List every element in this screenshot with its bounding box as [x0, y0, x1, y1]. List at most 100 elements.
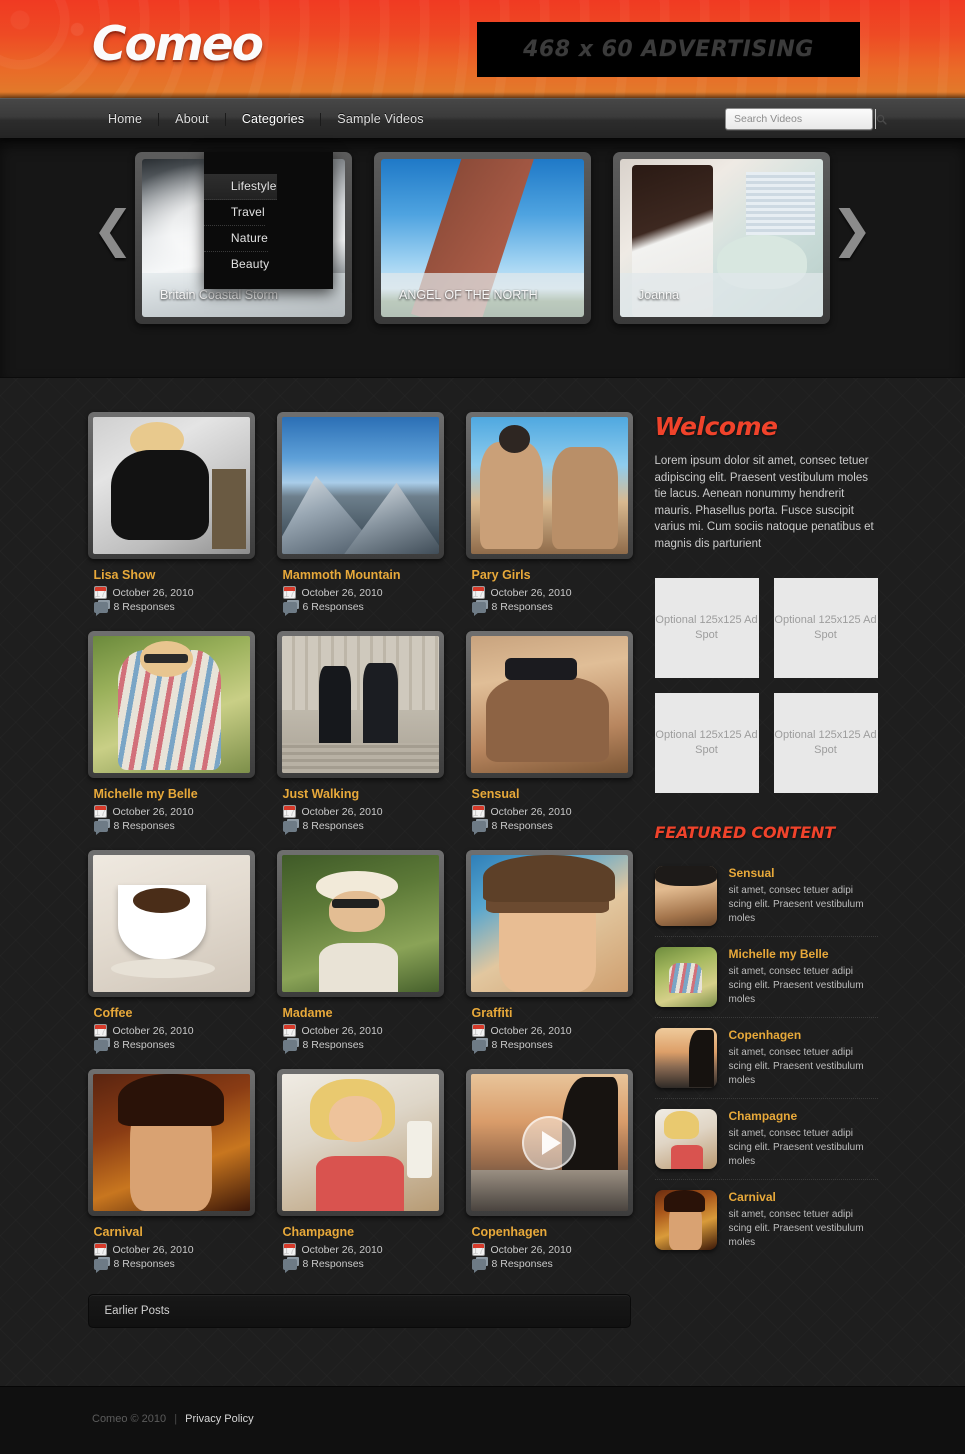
featured-title-link[interactable]: Michelle my Belle — [729, 947, 878, 961]
dropdown-link-beauty[interactable]: Beauty — [204, 252, 270, 277]
post-responses-row[interactable]: 8 Responses — [93, 820, 255, 835]
search-input[interactable] — [726, 113, 875, 125]
post-card[interactable]: Mammoth Mountain 17 October 26, 2010 6 R… — [276, 412, 444, 616]
post-thumbnail-frame[interactable] — [276, 412, 444, 559]
post-thumbnail-frame[interactable] — [87, 631, 255, 778]
post-thumbnail-frame[interactable] — [465, 412, 633, 559]
post-responses-row[interactable]: 8 Responses — [471, 601, 633, 616]
post-thumbnail-frame[interactable] — [276, 1069, 444, 1216]
post-thumbnail-frame[interactable] — [276, 850, 444, 997]
featured-title-link[interactable]: Sensual — [729, 866, 878, 880]
post-title-link[interactable]: Madame — [283, 1006, 444, 1020]
post-title-link[interactable]: Michelle my Belle — [94, 787, 255, 801]
post-card[interactable]: Coffee 17 October 26, 2010 8 Responses — [87, 850, 255, 1054]
ad-spot[interactable]: Optional 125x125 Ad Spot — [654, 693, 759, 793]
post-card[interactable]: Madame 17 October 26, 2010 8 Responses — [276, 850, 444, 1054]
header-ad-banner[interactable]: 468 x 60 ADVERTISING — [477, 22, 860, 77]
post-title-link[interactable]: Lisa Show — [94, 568, 255, 582]
post-responses-row[interactable]: 8 Responses — [471, 1258, 633, 1273]
post-responses-row[interactable]: 8 Responses — [93, 1258, 255, 1273]
privacy-policy-link[interactable]: Privacy Policy — [185, 1413, 253, 1425]
post-title-link[interactable]: Champagne — [283, 1225, 444, 1239]
post-card[interactable]: Pary Girls 17 October 26, 2010 8 Respons… — [465, 412, 633, 616]
featured-list-item[interactable]: Sensual sit amet, consec tetuer adipi sc… — [654, 856, 878, 937]
post-thumbnail-frame[interactable] — [87, 412, 255, 559]
nav-item-sample-videos[interactable]: Sample Videos — [321, 112, 439, 126]
dropdown-item-travel[interactable]: Travel — [203, 200, 333, 226]
post-responses-row[interactable]: 8 Responses — [471, 1039, 633, 1054]
post-title-link[interactable]: Copenhagen — [472, 1225, 633, 1239]
search-submit-button[interactable] — [875, 109, 887, 129]
post-card[interactable]: Lisa Show 17 October 26, 2010 8 Response… — [87, 412, 255, 616]
post-title-link[interactable]: Graffiti — [472, 1006, 633, 1020]
post-responses-row[interactable]: 8 Responses — [93, 1039, 255, 1054]
slider-prev-button[interactable]: ❮ — [92, 204, 134, 256]
ad-spot[interactable]: Optional 125x125 Ad Spot — [773, 578, 878, 678]
post-card[interactable]: Graffiti 17 October 26, 2010 8 Responses — [465, 850, 633, 1054]
site-logo[interactable]: Comeo — [92, 17, 264, 72]
nav-link-home[interactable]: Home — [92, 112, 158, 126]
dropdown-item-lifestyle[interactable]: Lifestyle — [203, 174, 333, 200]
post-thumbnail-frame[interactable] — [87, 850, 255, 997]
post-card[interactable]: Champagne 17 October 26, 2010 8 Response… — [276, 1069, 444, 1273]
play-button[interactable] — [522, 1115, 576, 1170]
nav-list: Home About Categories Lifestyle Travel N… — [92, 99, 440, 289]
post-title-link[interactable]: Sensual — [472, 787, 633, 801]
dropdown-link-travel[interactable]: Travel — [203, 200, 265, 226]
post-thumbnail-frame[interactable] — [465, 850, 633, 997]
earlier-posts-button[interactable]: Earlier Posts — [87, 1294, 631, 1328]
post-responses-row[interactable]: 8 Responses — [471, 820, 633, 835]
ad-spot[interactable]: Optional 125x125 Ad Spot — [773, 693, 878, 793]
calendar-icon: 17 — [93, 805, 107, 819]
nav-item-categories[interactable]: Categories Lifestyle Travel Nature Beaut… — [203, 112, 333, 289]
post-card[interactable]: Sensual 17 October 26, 2010 8 Responses — [465, 631, 633, 835]
post-responses-row[interactable]: 8 Responses — [282, 1039, 444, 1054]
post-thumbnail-frame[interactable] — [87, 1069, 255, 1216]
post-title-link[interactable]: Just Walking — [283, 787, 444, 801]
slider-next-button[interactable]: ❯ — [831, 204, 873, 256]
nav-link-categories[interactable]: Categories — [226, 112, 320, 126]
dropdown-link-nature[interactable]: Nature — [203, 226, 269, 252]
post-thumbnail-frame[interactable] — [276, 631, 444, 778]
post-thumbnail-frame[interactable] — [465, 631, 633, 778]
nav-link-about[interactable]: About — [159, 112, 225, 126]
ad-spot[interactable]: Optional 125x125 Ad Spot — [654, 578, 759, 678]
featured-list-item[interactable]: Michelle my Belle sit amet, consec tetue… — [654, 937, 878, 1018]
featured-title-link[interactable]: Champagne — [729, 1109, 878, 1123]
post-title-link[interactable]: Coffee — [94, 1006, 255, 1020]
post-date-row: 17 October 26, 2010 — [93, 805, 255, 819]
post-responses-row[interactable]: 8 Responses — [282, 820, 444, 835]
post-responses-row[interactable]: 8 Responses — [282, 1258, 444, 1273]
post-grid: Lisa Show 17 October 26, 2010 8 Response… — [87, 412, 633, 1273]
nav-item-home[interactable]: Home — [92, 112, 158, 126]
post-card[interactable]: Michelle my Belle 17 October 26, 2010 8 … — [87, 631, 255, 835]
dropdown-item-beauty[interactable]: Beauty — [204, 252, 333, 277]
post-title-link[interactable]: Carnival — [94, 1225, 255, 1239]
calendar-icon: 17 — [471, 1024, 485, 1038]
calendar-icon: 17 — [471, 805, 485, 819]
post-responses-row[interactable]: 8 Responses — [93, 601, 255, 616]
post-card[interactable]: Copenhagen 17 October 26, 2010 8 Respons… — [465, 1069, 633, 1273]
featured-title-link[interactable]: Carnival — [729, 1190, 878, 1204]
search-box[interactable] — [725, 108, 887, 130]
comment-icon — [93, 601, 108, 616]
post-title-link[interactable]: Pary Girls — [472, 568, 633, 582]
post-responses-row[interactable]: 6 Responses — [282, 601, 444, 616]
nav-link-sample-videos[interactable]: Sample Videos — [321, 112, 439, 126]
comment-icon — [93, 820, 108, 835]
featured-list-item[interactable]: Copenhagen sit amet, consec tetuer adipi… — [654, 1018, 878, 1099]
featured-title-link[interactable]: Copenhagen — [729, 1028, 878, 1042]
calendar-icon: 17 — [93, 1243, 107, 1257]
featured-list-item[interactable]: Champagne sit amet, consec tetuer adipi … — [654, 1099, 878, 1180]
featured-list-item[interactable]: Carnival sit amet, consec tetuer adipi s… — [654, 1180, 878, 1260]
post-card[interactable]: Just Walking 17 October 26, 2010 8 Respo… — [276, 631, 444, 835]
dropdown-link-lifestyle[interactable]: Lifestyle — [203, 174, 277, 200]
post-title-link[interactable]: Mammoth Mountain — [283, 568, 444, 582]
post-card[interactable]: Carnival 17 October 26, 2010 8 Responses — [87, 1069, 255, 1273]
nav-item-about[interactable]: About — [159, 112, 225, 126]
slide-item[interactable]: Joanna — [613, 152, 830, 324]
comment-icon — [471, 1258, 486, 1273]
slide-item[interactable]: ANGEL OF THE NORTH — [374, 152, 591, 324]
dropdown-item-nature[interactable]: Nature — [203, 226, 333, 252]
post-thumbnail-frame[interactable] — [465, 1069, 633, 1216]
